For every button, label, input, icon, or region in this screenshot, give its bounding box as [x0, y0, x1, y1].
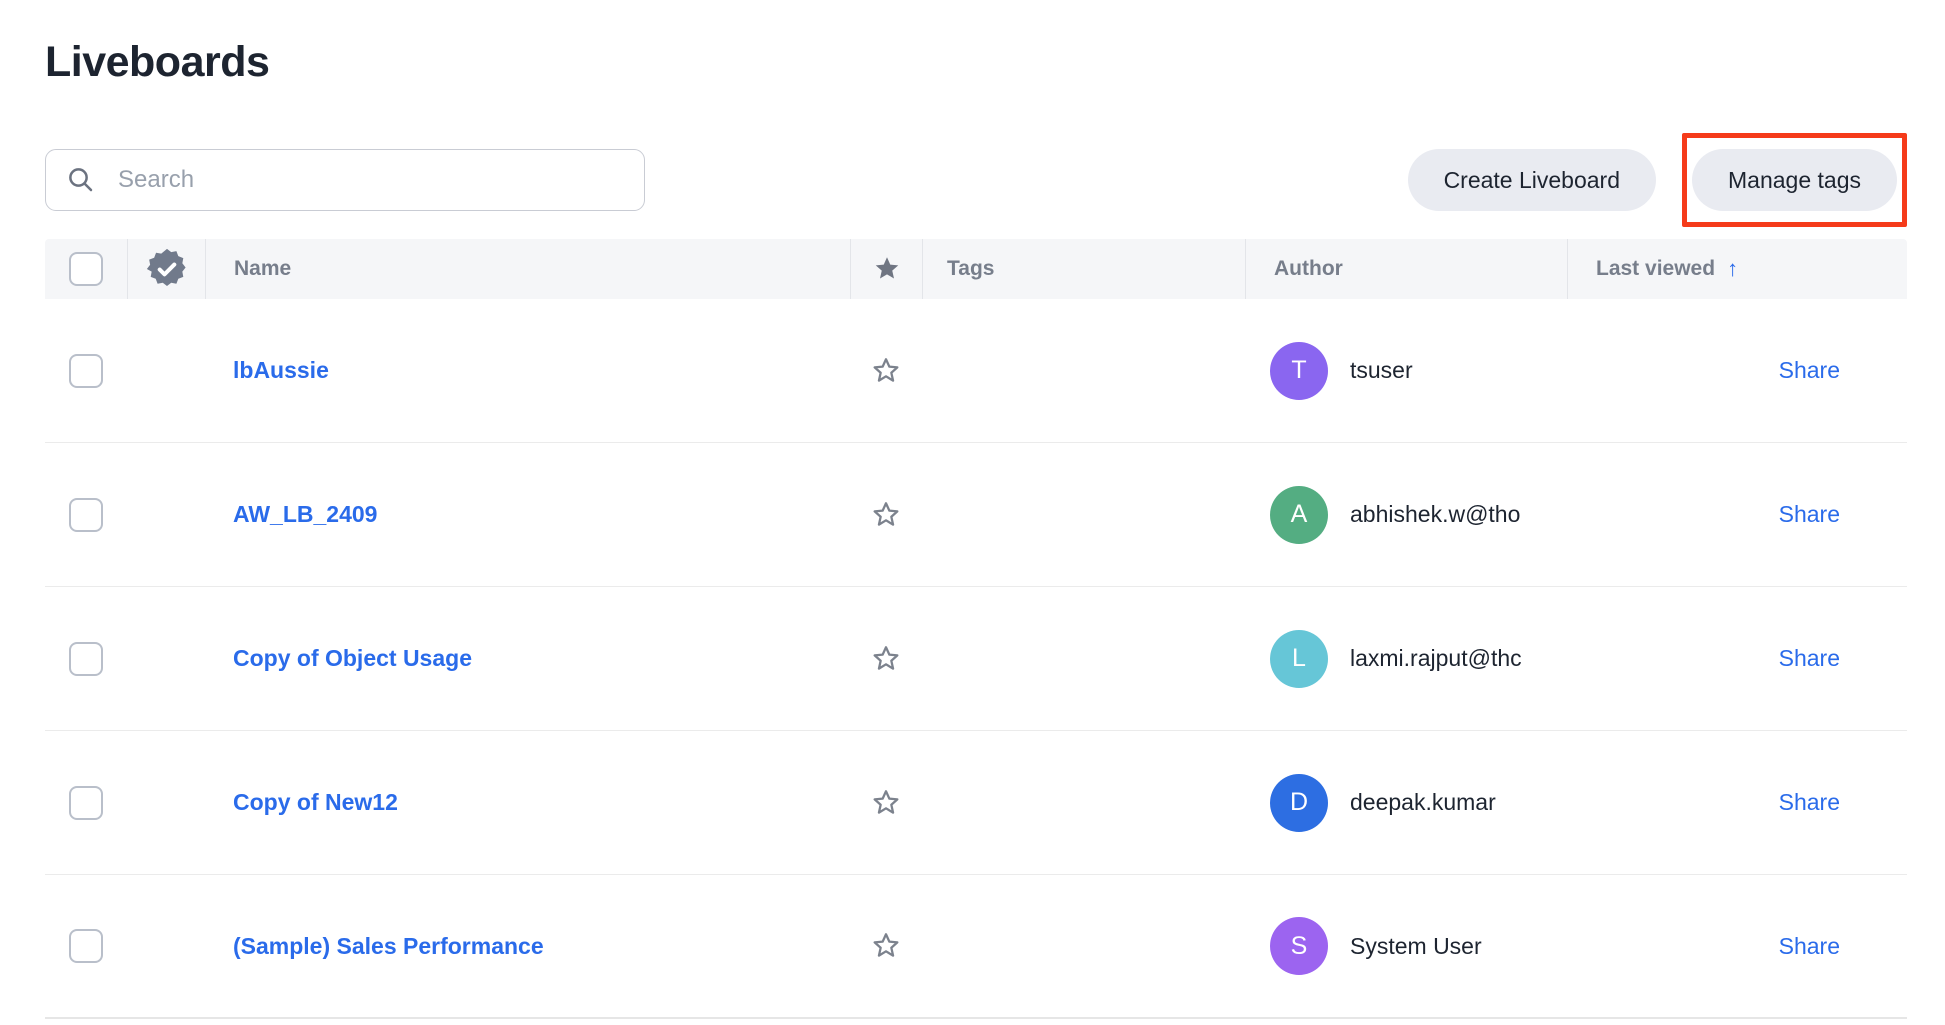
author-name: abhishek.w@tho — [1350, 501, 1520, 528]
row-checkbox[interactable] — [69, 642, 103, 676]
favorite-star-icon[interactable] — [870, 787, 902, 819]
author-avatar: D — [1270, 774, 1328, 832]
toolbar-buttons: Create Liveboard Manage tags — [1408, 133, 1907, 227]
table-header-row: Name Tags Author Last viewed ↑ — [45, 239, 1907, 299]
favorite-star-icon[interactable] — [870, 643, 902, 675]
table-row: Copy of Object Usage L laxmi.rajput@thc … — [45, 587, 1907, 731]
search-icon — [66, 165, 96, 195]
author-cell: L laxmi.rajput@thc — [1245, 630, 1567, 688]
verified-badge-icon — [144, 246, 190, 292]
liveboard-name-link[interactable]: Copy of Object Usage — [233, 645, 472, 671]
manage-tags-highlight-annotation: Manage tags — [1682, 133, 1907, 227]
column-header-last-viewed[interactable]: Last viewed — [1596, 257, 1715, 281]
share-link[interactable]: Share — [1779, 357, 1840, 384]
search-box[interactable] — [45, 149, 645, 211]
author-avatar: L — [1270, 630, 1328, 688]
table-row: lbAussie T tsuser Share — [45, 299, 1907, 443]
column-header-name[interactable]: Name — [234, 257, 291, 281]
row-checkbox[interactable] — [69, 354, 103, 388]
author-avatar: S — [1270, 917, 1328, 975]
author-name: tsuser — [1350, 357, 1413, 384]
liveboards-page: Liveboards Create Liveboard Manage tags — [0, 0, 1945, 1019]
liveboard-name-link[interactable]: Copy of New12 — [233, 789, 398, 815]
favorite-star-icon[interactable] — [870, 499, 902, 531]
column-header-author[interactable]: Author — [1274, 257, 1343, 281]
author-name: deepak.kumar — [1350, 789, 1496, 816]
row-checkbox[interactable] — [69, 786, 103, 820]
sort-ascending-icon[interactable]: ↑ — [1727, 256, 1738, 282]
column-header-tags[interactable]: Tags — [947, 257, 994, 281]
row-checkbox[interactable] — [69, 498, 103, 532]
table-row: (Sample) Sales Performance S System User… — [45, 875, 1907, 1019]
favorite-star-icon[interactable] — [870, 355, 902, 387]
page-title: Liveboards — [45, 36, 1907, 88]
share-link[interactable]: Share — [1779, 501, 1840, 528]
table-row: Copy of New12 D deepak.kumar Share — [45, 731, 1907, 875]
author-name: laxmi.rajput@thc — [1350, 645, 1522, 672]
select-all-checkbox[interactable] — [69, 252, 103, 286]
share-link[interactable]: Share — [1779, 789, 1840, 816]
author-cell: T tsuser — [1245, 342, 1567, 400]
author-avatar: T — [1270, 342, 1328, 400]
share-link[interactable]: Share — [1779, 645, 1840, 672]
create-liveboard-button[interactable]: Create Liveboard — [1408, 149, 1656, 211]
share-link[interactable]: Share — [1779, 933, 1840, 960]
liveboards-table: Name Tags Author Last viewed ↑ lbAussie — [45, 239, 1907, 1019]
author-cell: A abhishek.w@tho — [1245, 486, 1567, 544]
manage-tags-button[interactable]: Manage tags — [1692, 149, 1897, 211]
author-avatar: A — [1270, 486, 1328, 544]
author-cell: D deepak.kumar — [1245, 774, 1567, 832]
row-checkbox[interactable] — [69, 929, 103, 963]
liveboard-name-link[interactable]: (Sample) Sales Performance — [233, 933, 544, 959]
author-name: System User — [1350, 933, 1482, 960]
table-row: AW_LB_2409 A abhishek.w@tho Share — [45, 443, 1907, 587]
favorite-star-icon[interactable] — [870, 930, 902, 962]
liveboard-name-link[interactable]: lbAussie — [233, 357, 329, 383]
search-input[interactable] — [118, 166, 624, 194]
favorite-column-star-icon — [872, 254, 902, 284]
liveboard-name-link[interactable]: AW_LB_2409 — [233, 501, 377, 527]
author-cell: S System User — [1245, 917, 1567, 975]
toolbar: Create Liveboard Manage tags — [45, 133, 1907, 227]
